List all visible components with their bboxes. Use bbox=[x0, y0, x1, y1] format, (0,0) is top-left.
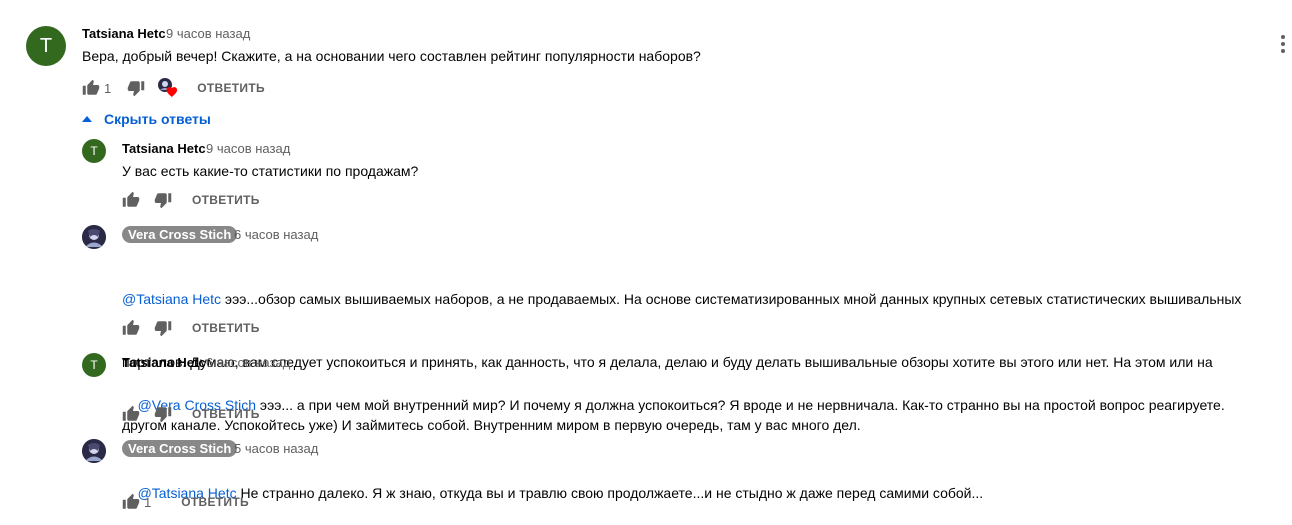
reply-actions: ОТВЕТИТЬ bbox=[122, 318, 260, 338]
avatar[interactable]: T bbox=[82, 139, 106, 163]
avatar[interactable] bbox=[82, 439, 106, 463]
reply-time[interactable]: 6 часов назад bbox=[234, 227, 318, 242]
creator-heart-icon bbox=[157, 77, 179, 99]
reply-time[interactable]: 9 часов назад bbox=[206, 141, 290, 156]
thumbs-up-icon[interactable] bbox=[122, 405, 140, 423]
reply-actions: ОТВЕТИТЬ bbox=[122, 404, 260, 424]
thumbs-down-icon[interactable] bbox=[154, 319, 172, 337]
reply-text-line: порталов. Думаю, вам следует успокоиться… bbox=[122, 354, 1213, 370]
thumbs-up-icon[interactable] bbox=[122, 319, 140, 337]
reply-button[interactable]: ОТВЕТИТЬ bbox=[192, 193, 260, 207]
thumbs-up-icon[interactable] bbox=[122, 191, 140, 209]
reply-button[interactable]: ОТВЕТИТЬ bbox=[181, 495, 249, 509]
reply-author-owner-chip[interactable]: Vera Cross Stich bbox=[122, 226, 238, 243]
reply-actions: 1 ОТВЕТИТЬ bbox=[122, 492, 249, 512]
more-vert-icon[interactable] bbox=[1280, 34, 1286, 54]
comment-time[interactable]: 9 часов назад bbox=[166, 26, 250, 41]
reply-text-line: эээ...обзор самых вышиваемых наборов, а … bbox=[221, 291, 1242, 307]
reply-text-body: Не странно далеко. Я ж знаю, откуда вы и… bbox=[236, 485, 984, 501]
reply-text: @Tatsiana Hetc Не странно далеко. Я ж зн… bbox=[122, 462, 984, 525]
comment-author[interactable]: Tatsiana Hetc bbox=[82, 26, 166, 41]
thumbs-up-icon[interactable] bbox=[82, 79, 100, 97]
avatar[interactable]: T bbox=[82, 353, 106, 377]
reply-text: У вас есть какие-то статистики по продаж… bbox=[122, 163, 419, 179]
like-count: 1 bbox=[144, 494, 152, 510]
mention-link[interactable]: @Tatsiana Hetc bbox=[122, 291, 221, 307]
reply-button[interactable]: ОТВЕТИТЬ bbox=[192, 321, 260, 335]
reply-button[interactable]: ОТВЕТИТЬ bbox=[197, 81, 265, 95]
comment-actions: 1 ОТВЕТИТЬ bbox=[82, 78, 265, 98]
reply-author[interactable]: Tatsiana Hetc bbox=[122, 141, 206, 156]
comment-text: Вера, добрый вечер! Скажите, а на основа… bbox=[82, 48, 701, 64]
thumbs-down-icon[interactable] bbox=[154, 191, 172, 209]
avatar[interactable]: T bbox=[26, 26, 66, 66]
reply-text: @Vera Cross Stich эээ... а при чем мой в… bbox=[122, 374, 1225, 437]
top-strip bbox=[0, 0, 1292, 12]
thumbs-up-icon[interactable] bbox=[122, 493, 140, 511]
reply-author[interactable]: Tatsiana Hetc bbox=[122, 355, 206, 370]
reply-time[interactable]: 6 часов назад bbox=[206, 355, 290, 370]
hide-replies-button[interactable]: Скрыть ответы bbox=[82, 109, 211, 129]
thumbs-down-icon[interactable] bbox=[127, 79, 145, 97]
like-count: 1 bbox=[104, 80, 112, 96]
reply-text-body: эээ... а при чем мой внутренний мир? И п… bbox=[256, 397, 1225, 413]
avatar[interactable] bbox=[82, 225, 106, 249]
reply-button[interactable]: ОТВЕТИТЬ bbox=[192, 407, 260, 421]
hide-replies-label: Скрыть ответы bbox=[104, 111, 211, 127]
reply-actions: ОТВЕТИТЬ bbox=[122, 190, 260, 210]
thumbs-down-icon[interactable] bbox=[154, 405, 172, 423]
caret-up-icon bbox=[82, 116, 92, 122]
reply-time[interactable]: 5 часов назад bbox=[234, 441, 318, 456]
reply-author-owner-chip[interactable]: Vera Cross Stich bbox=[122, 440, 238, 457]
